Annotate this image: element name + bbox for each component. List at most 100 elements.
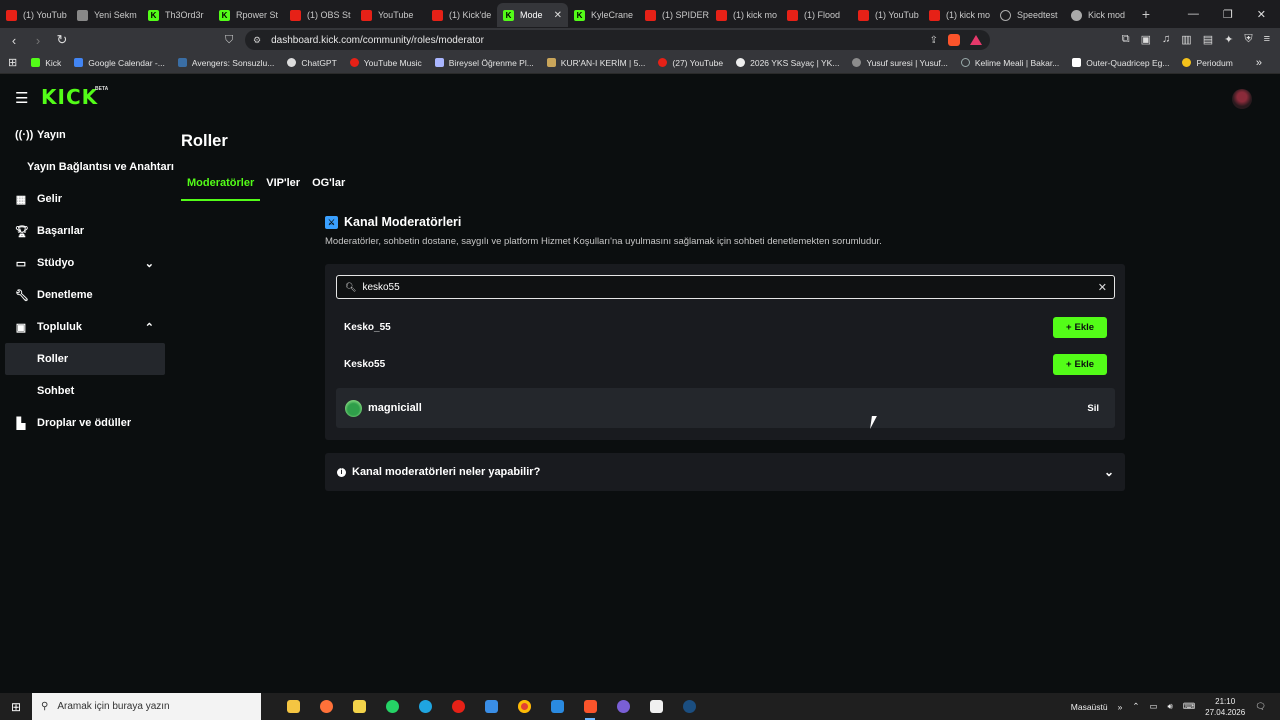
network-icon[interactable]: ▭ bbox=[1149, 701, 1157, 712]
browser-tab[interactable]: (1) OBS St bbox=[284, 3, 355, 27]
store-icon[interactable] bbox=[481, 697, 501, 717]
browser-tab[interactable]: Speedtest bbox=[994, 3, 1065, 27]
bookmark[interactable]: Bireysel Öğrenme Pl... bbox=[434, 58, 534, 68]
back-icon[interactable]: ‹ bbox=[4, 33, 24, 48]
sidebar-item-denetleme[interactable]: 🔧︎ Denetleme bbox=[0, 279, 175, 311]
screenshot-icon[interactable]: ▣ bbox=[1141, 33, 1151, 46]
bookmark[interactable]: Outer-Quadricep Eg... bbox=[1072, 58, 1169, 68]
chevron-up-icon[interactable]: ⌃ bbox=[145, 321, 154, 334]
browser-tab[interactable]: (1) kick mo bbox=[923, 3, 994, 27]
tab-ogs[interactable]: OG'lar bbox=[306, 171, 351, 201]
steam-icon[interactable] bbox=[679, 697, 699, 717]
forward-icon[interactable]: › bbox=[28, 33, 48, 48]
bookmark[interactable]: ChatGPT bbox=[287, 58, 337, 68]
bookmark-page-icon[interactable]: ⛉ bbox=[225, 34, 233, 47]
browser-tab[interactable]: K Th3Ord3r bbox=[142, 3, 213, 27]
brave-icon[interactable] bbox=[580, 697, 600, 720]
browser-tab[interactable]: (1) kick mo bbox=[710, 3, 781, 27]
sidebar-toggle-icon[interactable]: ▥ bbox=[1181, 33, 1191, 46]
apps-icon[interactable]: ⊞ bbox=[8, 56, 17, 69]
menu-icon[interactable]: ≡ bbox=[1264, 33, 1270, 46]
site-info-icon[interactable]: ⚙ bbox=[253, 35, 261, 46]
obs-icon[interactable] bbox=[613, 697, 633, 717]
sidebar-item-yayin[interactable]: ((·)) Yayın bbox=[0, 119, 175, 151]
sidebar-item-studyo[interactable]: ▭ Stüdyo ⌄ bbox=[0, 247, 175, 279]
taskbar-search[interactable]: ⚲ Aramak için buraya yazın bbox=[32, 693, 261, 720]
browser-tab[interactable]: (1) Flood bbox=[781, 3, 852, 27]
new-tab-button[interactable]: + bbox=[1136, 6, 1156, 22]
sidebar-item-droplar[interactable]: ▙ Droplar ve ödüller bbox=[0, 407, 175, 439]
bookmark[interactable]: 2026 YKS Sayaç | YK... bbox=[736, 58, 839, 68]
vscode-icon[interactable] bbox=[547, 697, 567, 717]
more-bookmarks-icon[interactable]: » bbox=[1256, 57, 1262, 69]
moderator-search-input[interactable]: 🔍︎ kesko55 ✕ bbox=[336, 275, 1115, 299]
address-bar[interactable]: ⛉ ⚙ dashboard.kick.com/community/roles/m… bbox=[225, 30, 990, 50]
bookmark[interactable]: Google Calendar -... bbox=[74, 58, 165, 68]
taskbar-search-placeholder[interactable]: Aramak için buraya yazın bbox=[57, 701, 169, 712]
sidebar-item-basarilar[interactable]: 🏆︎ Başarılar bbox=[0, 215, 175, 247]
notes-icon[interactable] bbox=[349, 697, 369, 717]
restore-icon[interactable]: ❐ bbox=[1223, 8, 1233, 21]
chevron-down-icon[interactable]: ⌄ bbox=[145, 257, 154, 270]
sidebar-item-roller[interactable]: Roller bbox=[5, 343, 165, 375]
wallet-icon[interactable]: ▤ bbox=[1203, 33, 1213, 46]
close-window-icon[interactable]: ✕ bbox=[1257, 8, 1266, 21]
faq-accordion[interactable]: i Kanal moderatörleri neler yapabilir? ⌄ bbox=[325, 453, 1125, 491]
close-tab-icon[interactable]: ✕ bbox=[554, 10, 562, 21]
browser-tab[interactable]: YouTube bbox=[355, 3, 426, 27]
add-moderator-button[interactable]: + Ekle bbox=[1053, 353, 1107, 375]
sidebar-item-stream-key[interactable]: Yayın Bağlantısı ve Anahtarı bbox=[0, 151, 175, 183]
tab-vips[interactable]: VIP'ler bbox=[260, 171, 306, 201]
vpn-icon[interactable]: ⛨ bbox=[1244, 33, 1252, 46]
file-icon[interactable] bbox=[646, 697, 666, 717]
tab-moderators[interactable]: Moderatörler bbox=[181, 171, 261, 201]
chrome-icon[interactable] bbox=[514, 697, 534, 717]
brave-shields-icon[interactable] bbox=[948, 34, 960, 46]
whatsapp-icon[interactable] bbox=[382, 697, 402, 717]
share-icon[interactable]: ⇪ bbox=[930, 35, 938, 46]
leo-ai-icon[interactable]: ✦ bbox=[1224, 33, 1233, 46]
bookmark[interactable]: Kick bbox=[31, 58, 61, 68]
browser-tab[interactable]: Yeni Sekm bbox=[71, 3, 142, 27]
url-text[interactable]: dashboard.kick.com/community/roles/moder… bbox=[271, 35, 484, 46]
bookmark[interactable]: Avengers: Sonsuzlu... bbox=[177, 58, 274, 68]
remove-moderator-button[interactable]: Sil bbox=[1079, 399, 1107, 418]
volume-icon[interactable]: 🔊︎ bbox=[1168, 701, 1173, 712]
minimize-icon[interactable]: — bbox=[1188, 8, 1199, 21]
browser-tab-active[interactable]: K Mode ✕ bbox=[497, 3, 568, 27]
media-icon[interactable]: ♫ bbox=[1162, 33, 1170, 46]
hamburger-menu-icon[interactable]: ☰ bbox=[15, 89, 28, 107]
youtube-music-icon[interactable] bbox=[448, 697, 468, 717]
bookmark[interactable]: KUR'AN-I KERİM | 5... bbox=[546, 58, 645, 68]
bookmark[interactable]: Yusuf suresi | Yusuf... bbox=[852, 58, 948, 68]
desktop-label[interactable]: Masaüstü bbox=[1071, 702, 1108, 712]
reload-icon[interactable]: ↻ bbox=[52, 32, 72, 48]
notifications-icon[interactable]: 🗨︎ bbox=[1255, 701, 1266, 712]
sidebar-item-sohbet[interactable]: Sohbet bbox=[0, 375, 175, 407]
search-value[interactable]: kesko55 bbox=[362, 282, 399, 293]
browser-tab[interactable]: K Rpower St bbox=[213, 3, 284, 27]
sidebar-item-topluluk[interactable]: ▣ Topluluk ⌃ bbox=[0, 311, 175, 343]
bookmark[interactable]: Kelime Meali | Bakar... bbox=[960, 58, 1059, 68]
browser-tab[interactable]: (1) YouTub bbox=[852, 3, 923, 27]
language-icon[interactable]: ⌨ bbox=[1183, 701, 1195, 712]
bookmark[interactable]: Periodum bbox=[1182, 58, 1233, 68]
extensions-icon[interactable]: ⧉ bbox=[1122, 33, 1130, 46]
clear-search-icon[interactable]: ✕ bbox=[1098, 281, 1107, 294]
kick-logo[interactable]: KICK bbox=[41, 85, 98, 109]
bookmark[interactable]: (27) YouTube bbox=[658, 58, 723, 68]
browser-tab[interactable]: (1) Kick'de bbox=[426, 3, 497, 27]
file-explorer-icon[interactable] bbox=[283, 697, 303, 717]
tray-chevron-icon[interactable]: ⌃ bbox=[1132, 701, 1139, 712]
brave-rewards-icon[interactable] bbox=[970, 35, 982, 45]
edge-icon[interactable] bbox=[415, 697, 435, 717]
bookmark[interactable]: YouTube Music bbox=[349, 58, 422, 68]
browser-tab[interactable]: (1) SPIDER bbox=[639, 3, 710, 27]
chevron-down-icon[interactable]: ⌄ bbox=[1104, 465, 1114, 479]
browser-tab[interactable]: Kick mod bbox=[1065, 3, 1136, 27]
user-avatar[interactable] bbox=[1232, 89, 1252, 109]
windows-start-icon[interactable]: ⊞ bbox=[0, 700, 32, 714]
add-moderator-button[interactable]: + Ekle bbox=[1053, 316, 1107, 338]
tray-overflow-icon[interactable]: » bbox=[1118, 702, 1123, 712]
firefox-icon[interactable] bbox=[316, 697, 336, 717]
